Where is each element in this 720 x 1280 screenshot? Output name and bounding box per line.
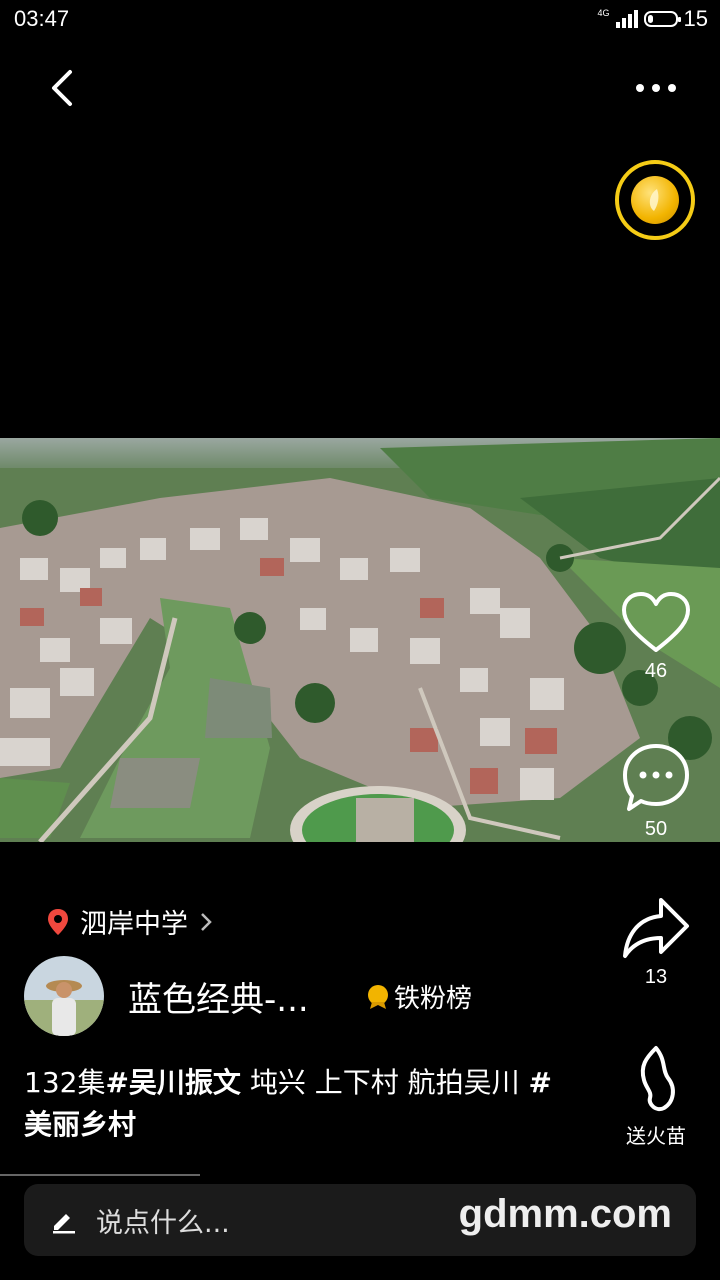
gold-coin-button[interactable] — [615, 160, 695, 240]
like-count: 46 — [644, 660, 668, 682]
status-time: 03:47 — [14, 6, 70, 31]
network-type: 4G — [597, 8, 610, 18]
battery-icon — [643, 11, 681, 27]
more-dot-icon — [636, 84, 644, 92]
flame-icon — [640, 1046, 675, 1111]
location-name: 泗岸中学 — [80, 909, 188, 940]
video-caption: 132集#吴川振文 坉兴 上下村 航拍吴川 #美丽乡村 — [24, 1066, 552, 1141]
watermark-text: gdmm.com — [458, 1192, 672, 1236]
location-tag[interactable]: 泗岸中学 — [46, 902, 214, 941]
pencil-icon — [53, 1214, 75, 1234]
comment-placeholder: 说点什么... — [96, 1208, 230, 1239]
gold-coin-icon — [631, 176, 679, 224]
battery-level: 15 — [683, 6, 708, 31]
like-button[interactable]: 46 — [611, 590, 701, 683]
location-pin-icon — [48, 908, 68, 935]
comment-button[interactable]: 50 — [611, 742, 701, 841]
share-button[interactable]: 13 — [611, 894, 701, 989]
status-indicators: 4G 15 — [598, 6, 709, 32]
comment-count: 50 — [644, 818, 668, 840]
fan-rank-label: 铁粉榜 — [394, 984, 473, 1014]
chevron-right-icon — [201, 912, 212, 931]
signal-icon — [615, 10, 638, 28]
medal-icon — [368, 984, 388, 1009]
chevron-left-icon — [52, 70, 72, 106]
more-dot-icon — [668, 84, 676, 92]
author-avatar[interactable] — [24, 956, 104, 1036]
comment-bubble-icon — [623, 744, 689, 811]
gift-fire-label: 送火苗 — [626, 1124, 686, 1148]
heart-icon — [622, 592, 690, 652]
more-options-button[interactable] — [626, 76, 686, 100]
gift-fire-button[interactable]: 送火苗 — [611, 1044, 701, 1149]
share-count: 13 — [644, 966, 668, 988]
video-progress-bar[interactable] — [0, 1174, 200, 1176]
author-name[interactable]: 蓝色经典-... — [128, 972, 309, 1021]
more-dot-icon — [652, 84, 660, 92]
back-button[interactable] — [40, 62, 88, 114]
hashtag-link[interactable]: #吴川振文 — [105, 1066, 240, 1099]
comment-input[interactable]: 说点什么... gdmm.com — [24, 1184, 696, 1256]
share-arrow-icon — [623, 898, 689, 958]
fan-rank-button[interactable]: 铁粉榜 — [366, 978, 472, 1015]
